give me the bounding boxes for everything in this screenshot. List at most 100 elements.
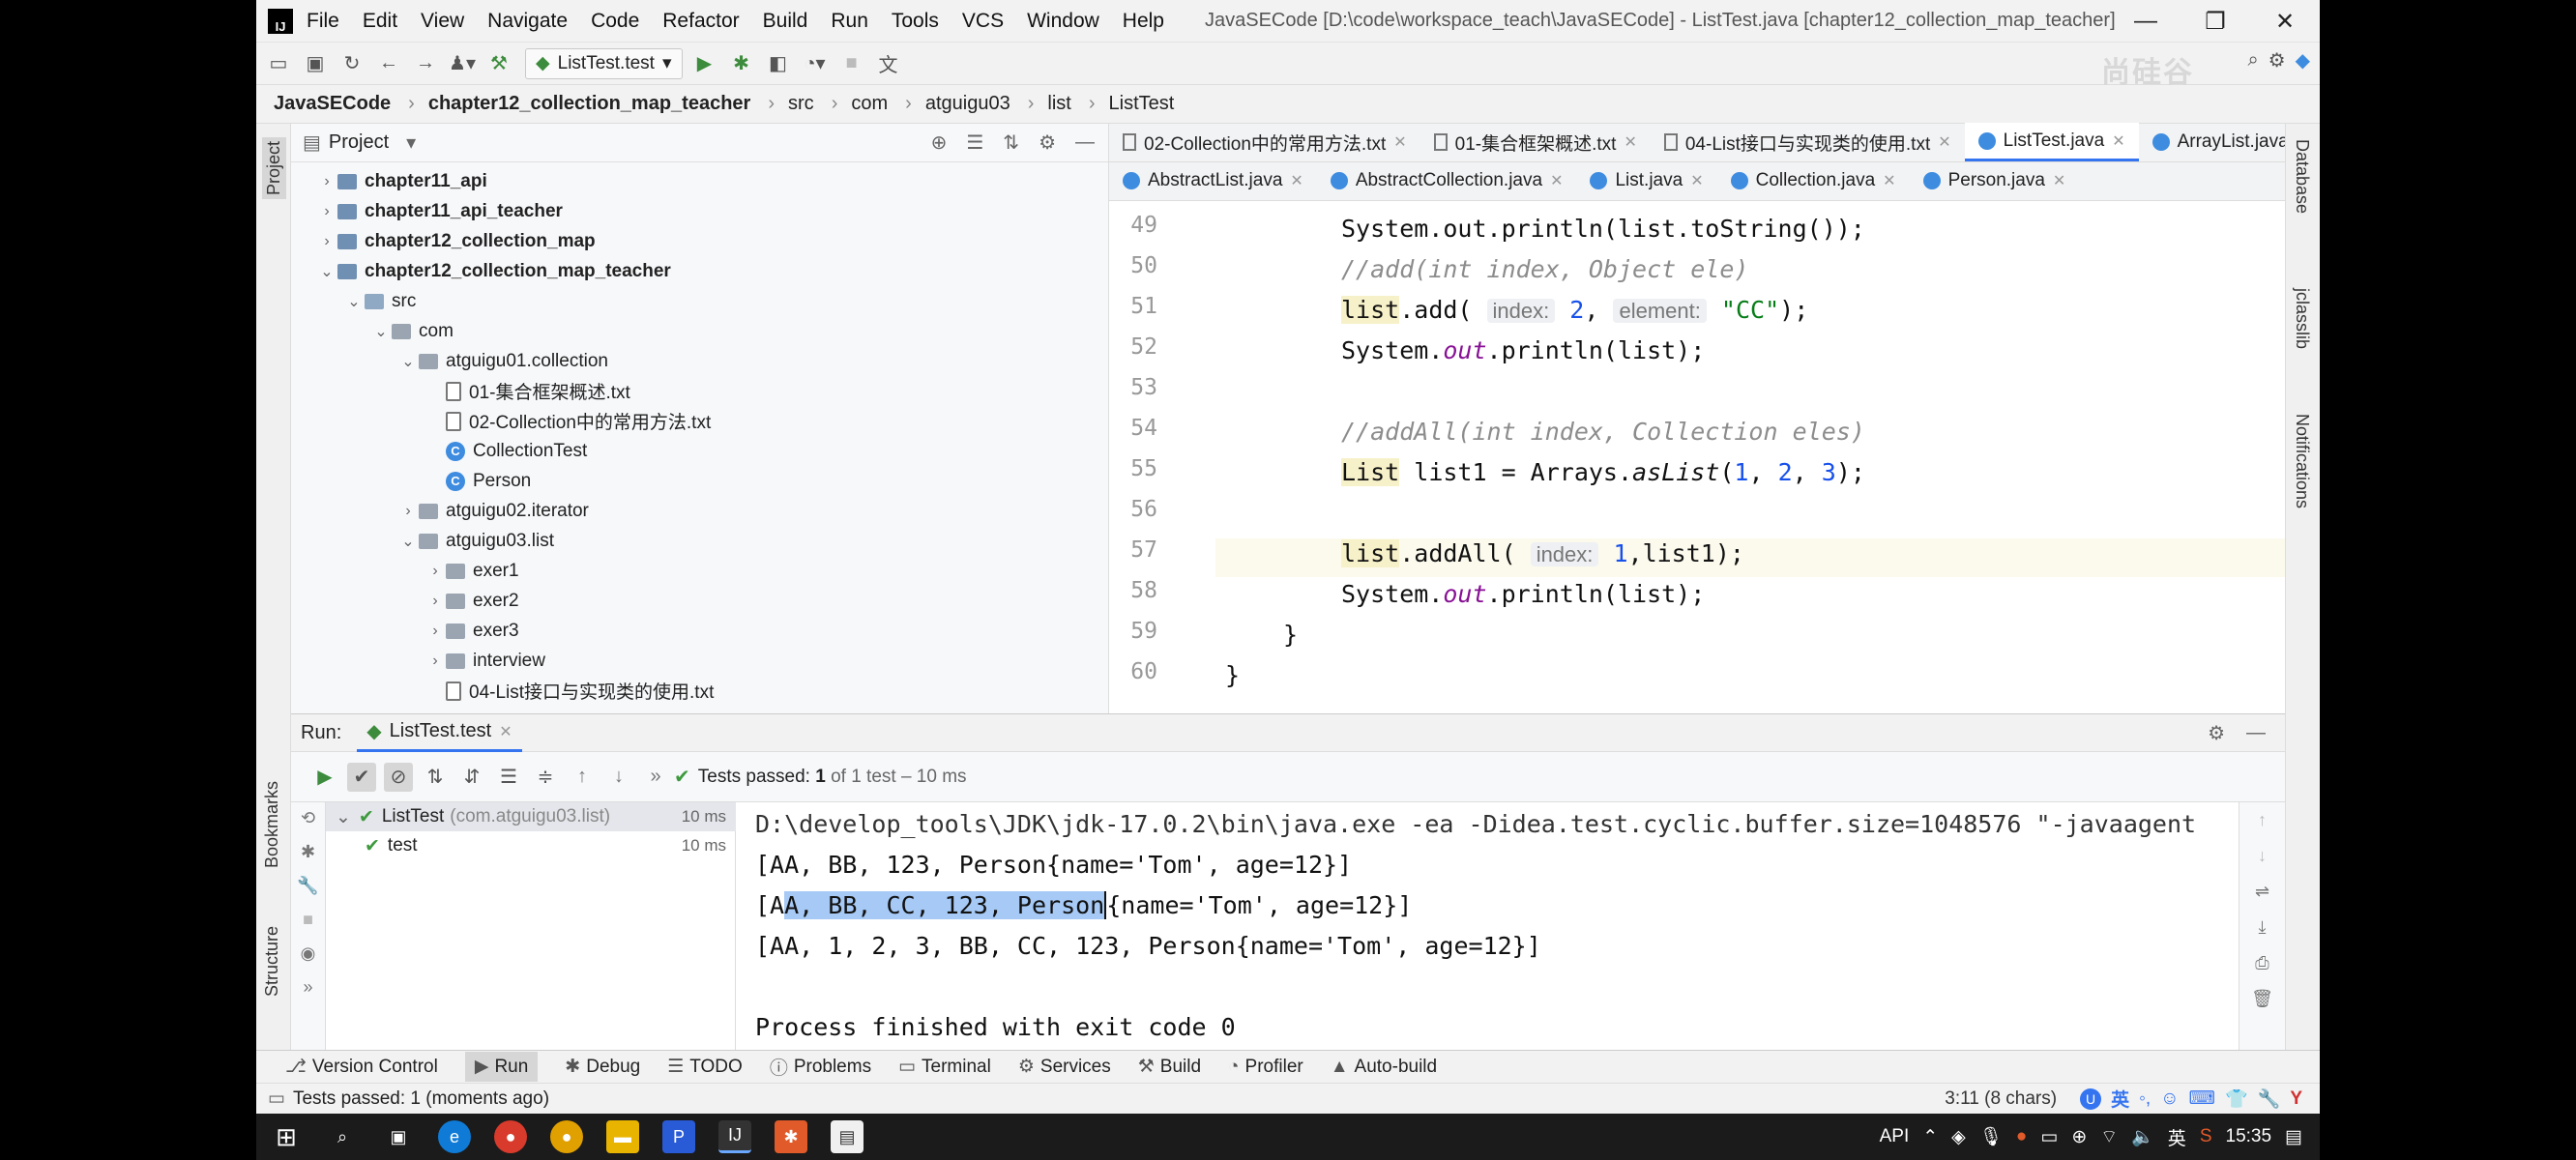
collapse-all-icon[interactable]: ≑ [531,763,560,792]
chrome-alt-icon[interactable]: ● [550,1120,583,1153]
camera-icon[interactable]: ◉ [301,943,316,964]
presenter-icon[interactable]: P [662,1120,695,1153]
jetbrains-icon[interactable]: ◆ [2296,48,2310,72]
more-icon[interactable]: » [641,763,670,792]
microphone-icon[interactable]: 🎙 [1979,1125,2003,1148]
close-icon[interactable]: ✕ [499,722,512,741]
close-icon[interactable]: ✕ [1883,171,1895,190]
chevron-down-icon[interactable]: ▾ [406,130,416,155]
breadcrumb-item[interactable]: list [1047,93,1070,115]
arrow-down-icon[interactable]: ↓ [2258,846,2267,866]
gear-icon[interactable]: ⚙ [1039,130,1056,155]
open-folder-icon[interactable]: ▭ [264,49,293,78]
rerun-icon[interactable]: ▶ [310,763,339,792]
project-tree-item[interactable]: ⌄ chapter12_collection_map_teacher [316,256,671,286]
expand-arrow-icon[interactable]: › [316,173,337,190]
tool-window-version-control[interactable]: ⎇ Version Control [285,1056,438,1078]
close-icon[interactable]: ✕ [1690,171,1703,190]
project-tree-item[interactable]: ⌄ src [343,286,416,316]
expand-arrow-icon[interactable]: ⌄ [397,352,419,371]
menu-edit[interactable]: Edit [363,10,397,33]
code-line-51[interactable]: list.add( index: 2, element: "CC"); [1341,296,1808,324]
hide-icon[interactable]: — [1075,131,1095,154]
project-tree-item[interactable]: › chapter12_collection_map [316,226,595,256]
project-tree-item[interactable]: 02-Collection中的常用方法.txt [424,406,711,436]
volume-icon[interactable]: 🔈 [2131,1125,2154,1148]
save-icon[interactable]: ▣ [301,49,330,78]
editor-tab[interactable]: ListTest.java ✕ [1964,123,2139,161]
project-panel-title[interactable]: Project [329,131,389,154]
print-icon[interactable]: ⎙ [2255,953,2269,973]
project-tree-item[interactable]: ⌄ com [370,316,454,346]
close-icon[interactable]: ✕ [1624,132,1636,152]
breadcrumb-item[interactable]: src [788,93,814,115]
search-icon[interactable]: ⌕ [326,1120,359,1153]
expand-arrow-icon[interactable]: › [424,623,446,640]
menu-refactor[interactable]: Refactor [662,10,739,33]
expand-all-icon[interactable]: ☰ [494,763,523,792]
input-language[interactable]: 英 [2168,1124,2186,1150]
tool-window-debug[interactable]: ✱ Debug [565,1056,640,1078]
project-tree-item[interactable]: C CollectionTest [424,436,587,466]
project-tree-item[interactable]: › exer3 [424,616,518,646]
task-view-icon[interactable]: ▣ [382,1120,415,1153]
sync-icon[interactable]: ↻ [337,49,366,78]
editor-tab[interactable]: AbstractList.java ✕ [1109,161,1317,200]
tools-icon[interactable]: 🔧 [2258,1088,2281,1111]
expand-arrow-icon[interactable]: › [424,563,446,580]
expand-arrow-icon[interactable]: › [397,503,419,520]
caret-position[interactable]: 3:11 (8 chars) [1945,1088,2057,1110]
menu-file[interactable]: File [307,10,339,33]
stop-icon[interactable]: ■ [303,910,313,930]
menu-vcs[interactable]: VCS [962,10,1004,33]
debug-icon[interactable]: ✱ [727,49,756,78]
coverage-icon[interactable]: ◧ [764,49,793,78]
run-config-select[interactable]: ◆ ListTest.test ▾ [525,47,683,79]
sort-duration-icon[interactable]: ⇵ [457,763,486,792]
chrome-icon[interactable]: ● [494,1120,527,1153]
close-icon[interactable]: ✕ [1550,171,1563,190]
expand-arrow-icon[interactable]: ⌄ [397,532,419,551]
project-tree-item[interactable]: ⌄ atguigu01.collection [397,346,608,376]
close-icon[interactable]: ✕ [1938,132,1950,152]
editor-tab[interactable]: 02-Collection中的常用方法.txt ✕ [1109,123,1420,161]
tool-window-auto-build[interactable]: ▲ Auto-build [1331,1057,1437,1078]
editor-tab[interactable]: 04-List接口与实现类的使用.txt ✕ [1651,123,1965,161]
status-message[interactable]: Tests passed: 1 (moments ago) [293,1088,549,1110]
forward-icon[interactable]: → [411,49,440,78]
close-icon[interactable]: ✕ [2112,131,2124,151]
wifi-icon[interactable]: ⌔ [2100,1125,2118,1148]
punct-icon[interactable]: ◦, [2139,1088,2151,1110]
tool-window-build[interactable]: ⚒ Build [1138,1056,1201,1078]
project-tree-item[interactable]: C Person [424,466,531,496]
project-tree-item[interactable]: 01-集合框架概述.txt [424,376,630,406]
edge-icon[interactable]: e [438,1120,471,1153]
record-icon[interactable]: ● [2016,1126,2027,1147]
chevron-down-icon[interactable]: ⌄ [336,806,351,828]
tool-window-problems[interactable]: ⓘ Problems [770,1054,871,1080]
network-icon[interactable]: ▭ [2040,1126,2058,1148]
back-icon[interactable]: ← [374,49,403,78]
editor-tab[interactable]: Person.java ✕ [1910,161,2080,200]
tool-window-profiler[interactable]: ◔ Profiler [1228,1057,1303,1078]
expand-arrow-icon[interactable]: › [424,593,446,610]
menu-window[interactable]: Window [1027,10,1099,33]
tool-window-todo[interactable]: ☰ TODO [667,1056,743,1078]
code-line-60[interactable]: } [1225,661,1240,689]
more-icon[interactable]: » [303,977,312,998]
tray-app-icon[interactable]: ◈ [1951,1126,1966,1148]
breadcrumb-item[interactable]: atguigu03 [925,93,1010,115]
expand-arrow-icon[interactable]: › [316,203,337,220]
stop-icon[interactable]: ■ [837,49,866,78]
close-icon[interactable]: ✕ [2053,171,2065,190]
close-button[interactable]: ✕ [2250,8,2320,36]
notification-center-icon[interactable]: ▤ [2285,1126,2302,1148]
arrow-up-icon[interactable]: ↑ [568,763,597,792]
windows-start-icon[interactable]: ⊞ [270,1120,303,1153]
collapse-all-icon[interactable]: ⇅ [1003,130,1019,155]
vcs-user-icon[interactable]: ♟▾ [448,49,477,78]
test-tree-item[interactable]: ⌄ ✔ ListTest (com.atguigu03.list) 10 ms [326,802,736,831]
breadcrumb-item[interactable]: ListTest [1109,93,1175,115]
code-line-54[interactable]: //addAll(int index, Collection eles) [1341,418,1865,446]
bookmarks-tool-button[interactable]: Bookmarks [262,781,282,868]
